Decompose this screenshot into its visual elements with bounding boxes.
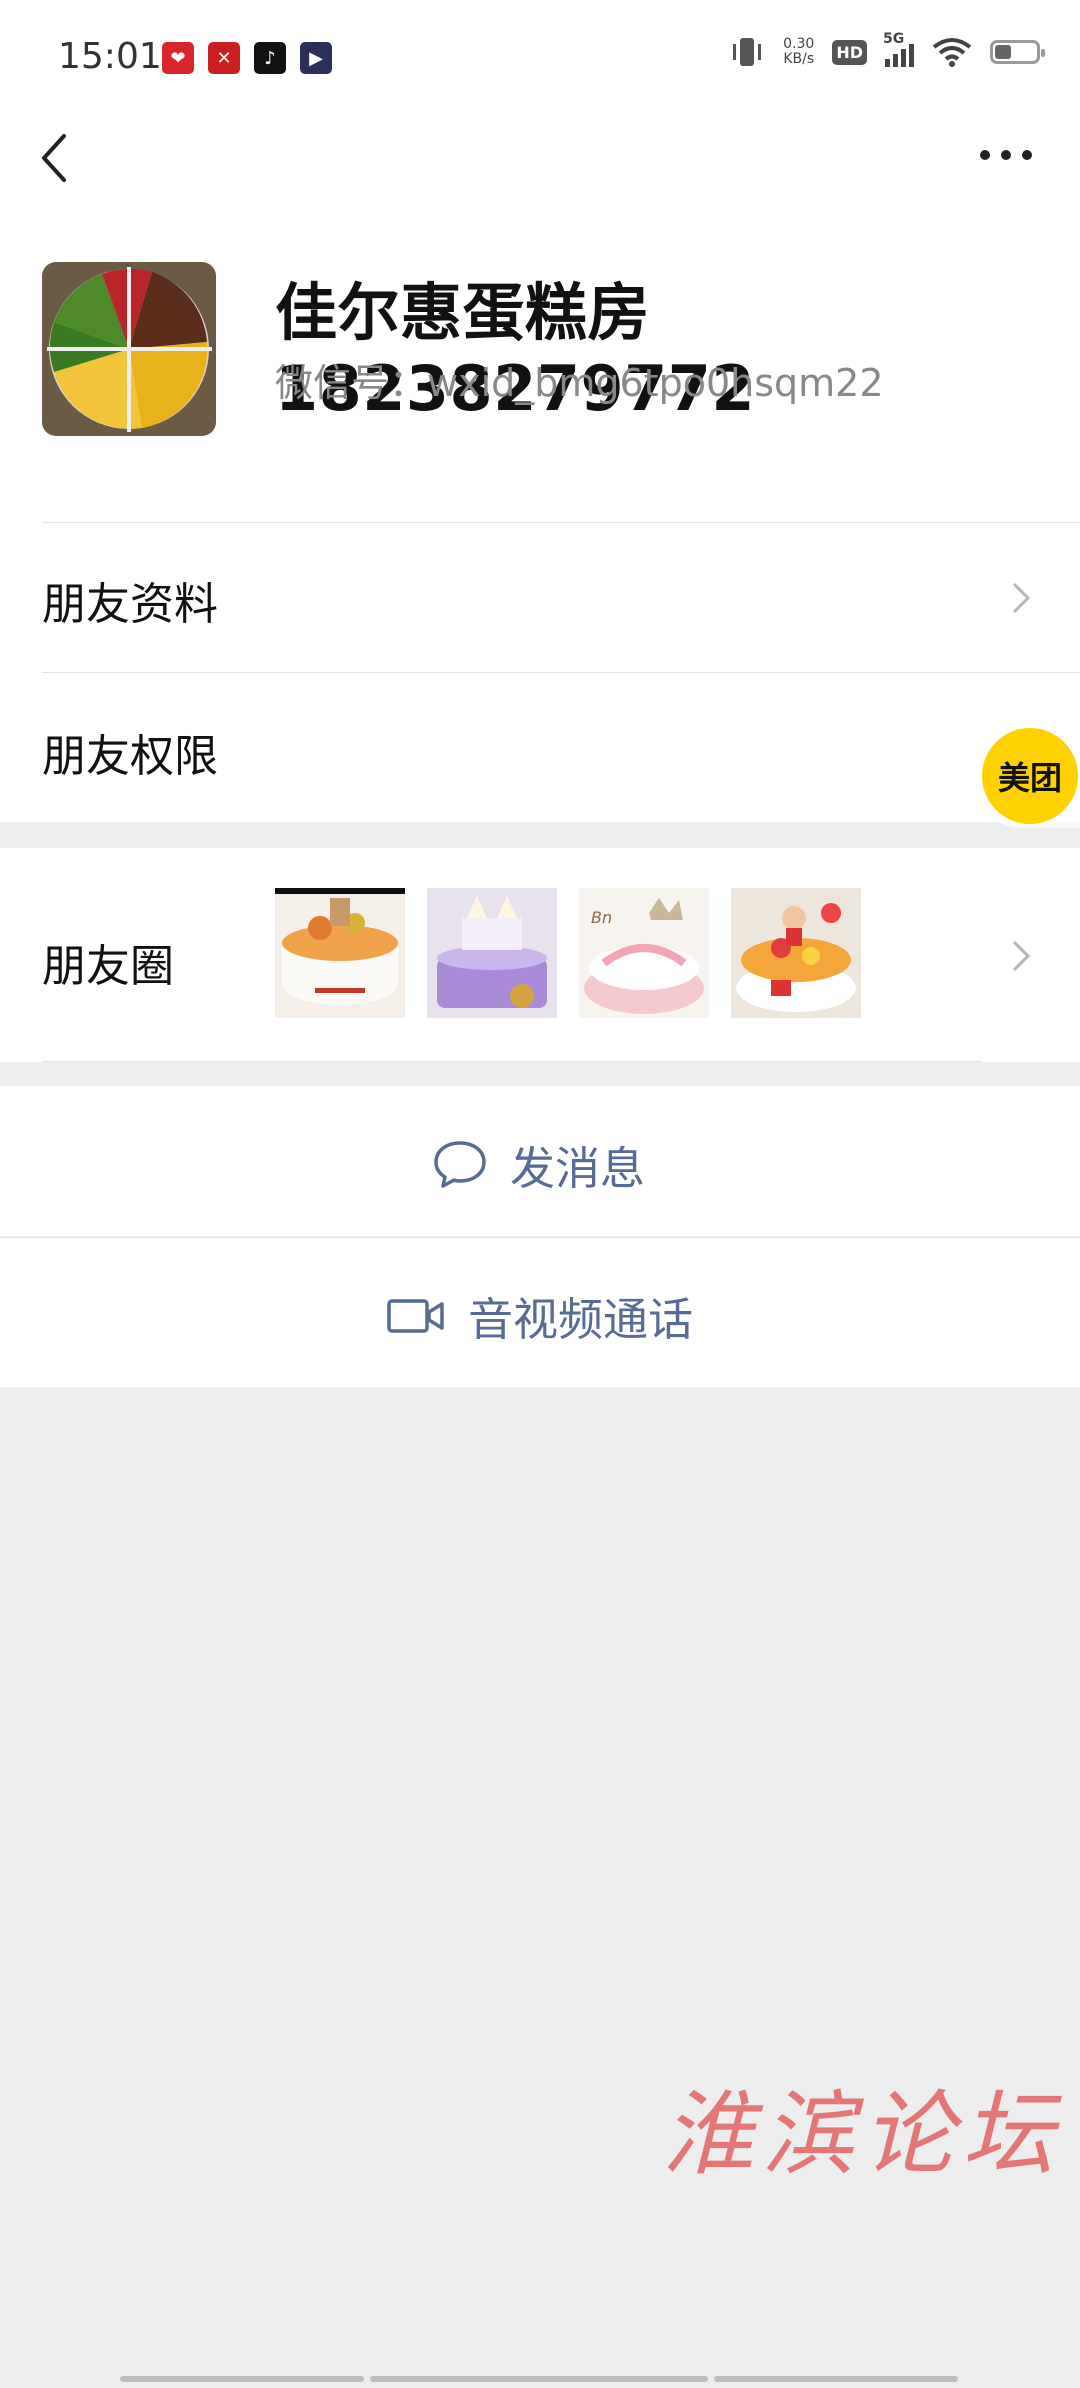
wechat-id: 微信号：wxid_bmg6tpo0hsqm22 — [275, 361, 884, 405]
gesture-bar-center — [370, 2376, 708, 2382]
cellular-signal-icon: 5G — [883, 31, 914, 67]
row-friend-info-label: 朋友资料 — [42, 579, 218, 630]
divider — [42, 672, 1080, 673]
moments-thumbnail-cake-2[interactable] — [427, 888, 557, 1018]
app-icon-2: ✕ — [208, 42, 240, 74]
meituan-floating-button[interactable]: 美团 — [970, 724, 1080, 828]
moments-thumbnail-cake-3[interactable]: Bn — [579, 888, 709, 1018]
gesture-bar-right — [714, 2376, 958, 2382]
tiktok-icon: ♪ — [254, 42, 286, 74]
gesture-bar-left — [120, 2376, 364, 2382]
chat-bubble-icon — [434, 1140, 486, 1188]
vibrate-icon — [733, 38, 762, 66]
row-friend-info[interactable]: 朋友资料 — [0, 522, 1080, 672]
status-bar: 15:01 ❤ ✕ ♪ ▶ 0.30 KB/s HD 5G — [0, 0, 1080, 120]
moments-thumbnail-cake-4[interactable] — [731, 888, 861, 1018]
moments-thumbnail-cake-1[interactable] — [275, 888, 405, 1018]
video-camera-icon — [387, 1298, 444, 1333]
app-icon-1: ❤ — [162, 42, 194, 74]
network-type-label: 5G — [883, 31, 905, 47]
status-indicators: 0.30 KB/s HD 5G — [729, 31, 1045, 68]
send-message-label: 发消息 — [510, 1142, 646, 1195]
network-speed: 0.30 KB/s — [783, 37, 814, 67]
notification-app-icons: ❤ ✕ ♪ ▶ — [162, 42, 332, 74]
forum-watermark: 淮滨论坛 — [662, 2081, 1063, 2188]
back-chevron-left-icon[interactable] — [40, 128, 80, 188]
svg-text:Bn: Bn — [591, 908, 612, 927]
chevron-right-icon — [1012, 940, 1031, 972]
row-friend-permissions-label: 朋友权限 — [42, 731, 218, 782]
row-friend-permissions[interactable]: 朋友权限 — [0, 672, 1080, 822]
clock: 15:01 — [58, 36, 162, 77]
battery-level — [995, 45, 1011, 59]
more-dots-icon[interactable] — [978, 148, 1034, 162]
wifi-icon — [932, 38, 972, 67]
row-moments-label: 朋友圈 — [42, 941, 174, 992]
hd-badge: HD — [832, 39, 867, 65]
divider — [0, 1237, 1080, 1238]
battery-icon — [990, 40, 1045, 64]
av-call-button[interactable]: 音视频通话 — [0, 1237, 1080, 1387]
av-call-label: 音视频通话 — [468, 1293, 694, 1346]
avatar[interactable] — [42, 262, 216, 436]
network-speed-unit: KB/s — [783, 51, 815, 67]
meituan-badge: 美团 — [982, 728, 1078, 824]
app-icon-4: ▶ — [300, 42, 332, 74]
divider — [42, 522, 1080, 523]
network-speed-value: 0.30 — [783, 36, 815, 52]
nav-bar — [0, 120, 1080, 220]
send-message-button[interactable]: 发消息 — [0, 1086, 1080, 1236]
chevron-right-icon — [1012, 582, 1031, 614]
divider — [42, 1061, 982, 1062]
